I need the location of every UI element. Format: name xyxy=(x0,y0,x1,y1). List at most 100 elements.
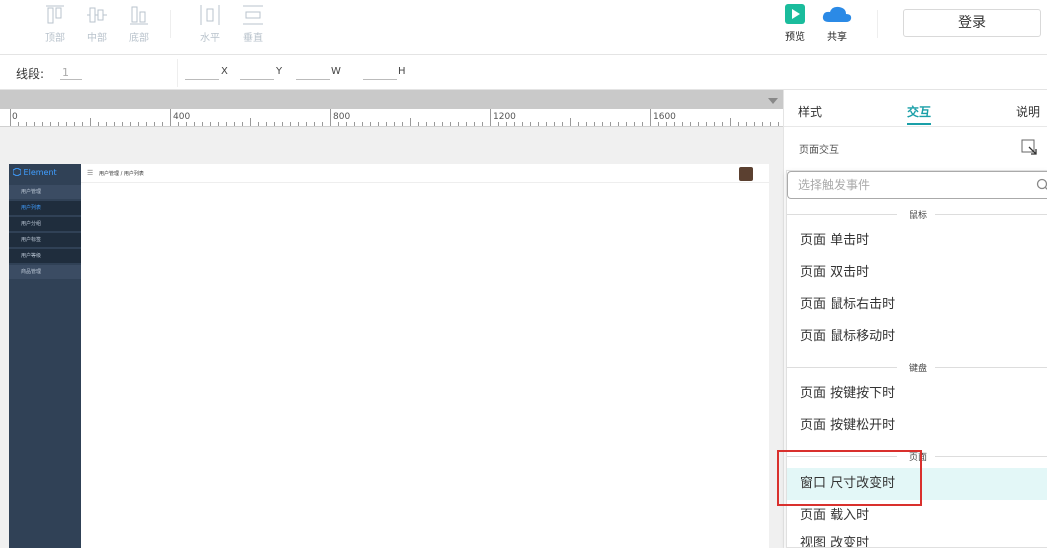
ruler-tick xyxy=(90,118,91,126)
mock-menu-item: 用户分组 xyxy=(9,217,81,231)
ruler-tick xyxy=(730,118,731,126)
distribute-vertical-icon xyxy=(243,5,263,25)
ruler-tick xyxy=(602,122,603,126)
align-bottom-button[interactable]: 底部 xyxy=(122,4,156,44)
page-preview[interactable]: Element 用户管理 用户列表 用户分组 用户标签 用户等级 商品管理 ☰ … xyxy=(9,164,769,548)
ruler-tick xyxy=(618,122,619,126)
ruler-tick xyxy=(634,122,635,126)
collapse-arrow-icon[interactable] xyxy=(768,98,778,104)
tab-style[interactable]: 样式 xyxy=(798,103,822,120)
horizontal-ruler: 0 400 800 1200 1600 xyxy=(0,109,783,127)
ruler-tick xyxy=(362,122,363,126)
cloud-icon xyxy=(822,6,852,22)
distribute-vertical-button[interactable]: 垂直 xyxy=(236,4,270,44)
distribute-horizontal-button[interactable]: 水平 xyxy=(193,4,227,44)
ruler-tick xyxy=(610,122,611,126)
ruler-label: 800 xyxy=(333,112,351,122)
ruler-tick xyxy=(378,122,379,126)
ruler-tick xyxy=(218,122,219,126)
mock-menu-item: 用户标签 xyxy=(9,233,81,247)
x-label: X xyxy=(221,66,228,77)
ruler-tick xyxy=(58,122,59,126)
event-option[interactable]: 页面 单击时 xyxy=(787,225,1047,257)
ruler-label: 400 xyxy=(173,112,191,122)
ruler-tick xyxy=(298,122,299,126)
preview-label: 预览 xyxy=(785,32,805,43)
ruler-tick xyxy=(418,122,419,126)
ruler-tick xyxy=(154,122,155,126)
ruler-tick xyxy=(578,122,579,126)
ruler-tick xyxy=(282,122,283,126)
tab-notes[interactable]: 说明 xyxy=(1016,103,1040,120)
ruler-tick xyxy=(202,122,203,126)
mock-menu-item: 用户管理 xyxy=(9,185,81,199)
ruler-tick xyxy=(546,122,547,126)
ruler-tick xyxy=(538,122,539,126)
ruler-tick xyxy=(650,109,651,126)
ruler-tick xyxy=(146,122,147,126)
ruler-tick xyxy=(122,122,123,126)
page-interaction-title: 页面交互 xyxy=(799,145,839,156)
align-top-label: 顶部 xyxy=(45,33,65,44)
ruler-tick xyxy=(402,122,403,126)
mock-menu-item: 商品管理 xyxy=(9,265,81,279)
ruler-tick xyxy=(266,122,267,126)
event-option[interactable]: 页面 鼠标右击时 xyxy=(787,289,1047,321)
ruler-tick xyxy=(426,122,427,126)
align-top-icon xyxy=(46,5,64,24)
share-button[interactable]: 共享 xyxy=(817,4,857,43)
ruler-tick xyxy=(42,122,43,126)
ruler-tick xyxy=(114,122,115,126)
ruler-tick xyxy=(770,122,771,126)
ruler-tick xyxy=(490,109,491,126)
ruler-tick xyxy=(522,122,523,126)
distribute-vertical-label: 垂直 xyxy=(243,33,263,44)
align-top-button[interactable]: 顶部 xyxy=(38,4,72,44)
width-input[interactable] xyxy=(296,79,330,80)
ruler-tick xyxy=(706,122,707,126)
ruler-tick xyxy=(186,122,187,126)
ruler-tick xyxy=(130,122,131,126)
event-option[interactable]: 页面 鼠标移动时 xyxy=(787,321,1047,353)
ruler-tick xyxy=(18,122,19,126)
search-icon[interactable] xyxy=(1036,178,1047,192)
group-separator-keyboard: 键盘 xyxy=(787,360,1047,374)
preview-button[interactable]: 预览 xyxy=(775,4,815,43)
canvas-area[interactable]: 0 400 800 1200 1600 Element 用户管理 用户列表 用户… xyxy=(0,90,783,548)
ruler-tick xyxy=(762,122,763,126)
x-input[interactable] xyxy=(185,79,219,80)
ruler-tick xyxy=(674,122,675,126)
ruler-tick xyxy=(410,118,411,126)
event-option[interactable]: 页面 双击时 xyxy=(787,257,1047,289)
align-middle-button[interactable]: 中部 xyxy=(80,4,114,44)
ruler-tick xyxy=(626,122,627,126)
ruler-tick xyxy=(106,122,107,126)
tabs-divider xyxy=(784,126,1047,127)
event-search-input[interactable] xyxy=(798,177,1018,193)
ruler-tick xyxy=(274,122,275,126)
ruler-tick xyxy=(570,118,571,126)
ruler-tick xyxy=(482,122,483,126)
event-option[interactable]: 页面 按键按下时 xyxy=(787,378,1047,410)
event-option-window-resize[interactable]: 窗口 尺寸改变时 xyxy=(787,468,1047,500)
height-input[interactable] xyxy=(363,79,397,80)
distribute-horizontal-label: 水平 xyxy=(200,33,220,44)
add-interaction-icon[interactable] xyxy=(1021,139,1037,155)
ruler-tick xyxy=(66,122,67,126)
login-button[interactable]: 登录 xyxy=(903,9,1041,37)
ruler-tick xyxy=(594,122,595,126)
tab-interaction[interactable]: 交互 xyxy=(907,103,931,120)
share-label: 共享 xyxy=(827,32,847,43)
ruler-tick xyxy=(642,122,643,126)
ruler-tick xyxy=(450,122,451,126)
ruler-tick xyxy=(74,122,75,126)
active-tab-indicator xyxy=(907,123,931,125)
event-option[interactable]: 视图 改变时 xyxy=(787,528,1047,547)
y-input[interactable] xyxy=(240,79,274,80)
segment-value-input[interactable]: 1 xyxy=(62,66,69,79)
event-search-box[interactable] xyxy=(787,171,1047,199)
ruler-tick xyxy=(458,122,459,126)
event-option[interactable]: 页面 按键松开时 xyxy=(787,410,1047,442)
ruler-tick xyxy=(194,122,195,126)
mock-menu-item: 用户等级 xyxy=(9,249,81,263)
